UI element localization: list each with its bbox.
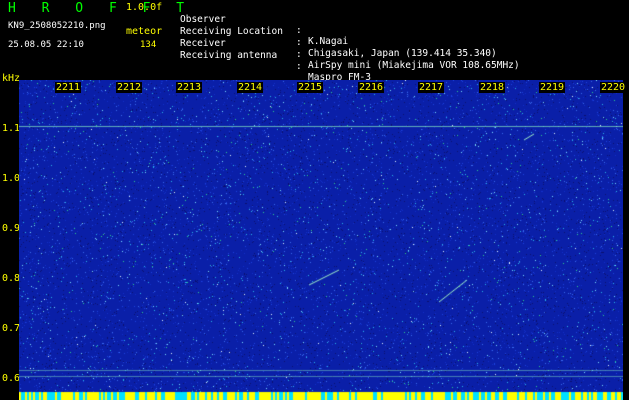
time-label: 2211 bbox=[55, 82, 82, 93]
y-tick-label: 0.6 bbox=[2, 373, 21, 384]
y-tick-label: 1.1 bbox=[2, 123, 21, 134]
time-label: 2214 bbox=[237, 82, 264, 93]
app-logo: H R O F F T bbox=[8, 1, 194, 16]
meta-row-antenna: Receiving antenna : Maspro FM-3 bbox=[180, 39, 371, 83]
y-tick-label: 0.9 bbox=[2, 223, 21, 234]
meta-row-location: Receiving Location : Chigasaki, Japan (1… bbox=[180, 15, 497, 59]
time-label: 2217 bbox=[418, 82, 445, 93]
time-label: 2216 bbox=[358, 82, 385, 93]
meta-key: Receiving antenna bbox=[180, 50, 278, 61]
detection-mode: meteor bbox=[126, 26, 163, 37]
time-label: 2213 bbox=[176, 82, 203, 93]
meta-separator: : bbox=[296, 25, 302, 36]
image-filename: KN9_2508052210.png bbox=[8, 21, 106, 31]
meta-value: K.Nagai bbox=[308, 36, 349, 47]
meta-separator: : bbox=[296, 49, 302, 60]
app-version: 1.0.0f bbox=[126, 2, 163, 13]
time-label: 2215 bbox=[297, 82, 324, 93]
hrofft-window: H R O F F T 1.0.0f KN9_2508052210.png me… bbox=[0, 0, 629, 400]
waterfall-spectrogram: 2211 2212 2213 2214 2215 2216 2217 2218 … bbox=[19, 80, 627, 400]
meta-value: Chigasaki, Japan (139.414 35.340) bbox=[308, 48, 497, 59]
meta-separator: : bbox=[296, 37, 302, 48]
time-label: 2219 bbox=[539, 82, 566, 93]
meta-separator: : bbox=[296, 61, 302, 72]
capture-timestamp: 25.08.05 22:10 bbox=[8, 40, 84, 50]
spectrogram-canvas bbox=[19, 80, 623, 400]
echo-count: 134 bbox=[140, 40, 157, 50]
meta-value: AirSpy mini (Miakejima VOR 108.65MHz) bbox=[308, 60, 520, 71]
meta-row-observer: Observer : K.Nagai bbox=[180, 3, 348, 47]
y-axis-unit: kHz bbox=[2, 73, 21, 84]
time-label: 2220 bbox=[600, 82, 627, 93]
time-label: 2218 bbox=[479, 82, 506, 93]
y-tick-label: 0.7 bbox=[2, 323, 21, 334]
meta-row-receiver: Receiver : AirSpy mini (Miakejima VOR 10… bbox=[180, 27, 520, 71]
time-label: 2212 bbox=[116, 82, 143, 93]
y-tick-label: 1.0 bbox=[2, 173, 21, 184]
y-tick-label: 0.8 bbox=[2, 273, 21, 284]
